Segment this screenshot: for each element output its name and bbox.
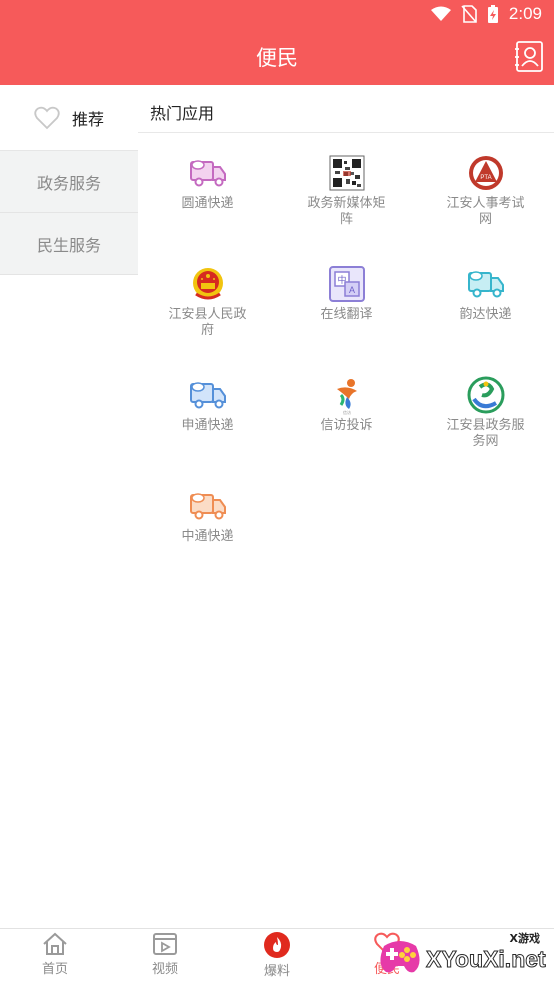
app-yunda-express[interactable]: 韵达快递	[416, 264, 554, 323]
video-icon	[153, 933, 177, 955]
status-bar: 2:09	[0, 0, 554, 28]
section-title: 热门应用	[150, 104, 215, 123]
app-label: 韵达快递	[459, 307, 512, 322]
content-panel: 热门应用 圆通快递 政务新媒体矩阵 PTA 江安人事考试网 江安县人民政府 中 …	[138, 85, 554, 928]
app-label: 在线翻译	[320, 307, 373, 322]
app-label: 中通快递	[181, 529, 234, 544]
battery-charging-icon	[487, 4, 498, 23]
sidebar-item-label: 民生服务	[36, 235, 101, 255]
qr-code-icon	[329, 155, 364, 191]
page-title: 便民	[256, 46, 298, 70]
contact-book-icon[interactable]	[514, 40, 544, 73]
truck-purple-icon	[189, 160, 226, 187]
sidebar-item-government[interactable]: 政务服务	[0, 151, 138, 213]
sidebar-item-livelihood[interactable]: 民生服务	[0, 213, 138, 275]
app-sto-express[interactable]: 申通快递	[138, 375, 277, 434]
petition-figure-icon: 信访	[336, 379, 357, 415]
pta-emblem-icon: PTA	[468, 156, 503, 190]
nav-label: 视频	[151, 962, 178, 977]
wifi-icon	[430, 6, 451, 21]
no-sim-icon	[461, 5, 477, 23]
watermark-small-text: X游戏	[509, 932, 540, 945]
app-label: 江安县政务服务网	[446, 418, 525, 449]
app-jiangan-gov-service[interactable]: 江安县政务服务网	[416, 375, 554, 450]
site-watermark: X游戏 XYouXi.net	[380, 928, 547, 984]
translate-icon: 中 A	[328, 266, 365, 302]
section-header: 热门应用	[138, 85, 554, 133]
app-label: 申通快递	[181, 418, 234, 433]
app-jiangan-government[interactable]: 江安县人民政府	[138, 264, 277, 339]
app-label: 圆通快递	[181, 196, 234, 211]
app-jiangan-exam[interactable]: PTA 江安人事考试网	[416, 153, 554, 228]
sidebar-item-label: 政务服务	[36, 173, 101, 193]
app-label: 江安人事考试网	[446, 196, 525, 227]
nav-label: 首页	[41, 962, 68, 977]
home-icon	[43, 932, 67, 955]
nav-label: 爆料	[263, 964, 290, 979]
gov-service-logo-icon	[467, 376, 504, 414]
nav-video[interactable]: 视频	[110, 932, 220, 977]
app-gov-media-matrix[interactable]: 政务新媒体矩阵	[277, 153, 416, 228]
nav-tipoff[interactable]: 爆料	[222, 932, 332, 979]
truck-blue-icon	[189, 382, 226, 409]
gamepad-logo-icon	[380, 941, 420, 973]
watermark-brand: XYouXi.net	[426, 946, 547, 973]
nav-home[interactable]: 首页	[0, 932, 110, 977]
svg-text:PTA: PTA	[480, 175, 491, 181]
heart-outline-icon	[34, 106, 60, 129]
app-label: 政务新媒体矩阵	[307, 196, 386, 227]
status-icons: 2:09	[430, 4, 542, 24]
title-bar: 便民	[0, 28, 554, 85]
truck-orange-icon	[189, 493, 226, 520]
national-emblem-icon	[192, 268, 223, 300]
category-sidebar: 推荐 政务服务 民生服务	[0, 85, 138, 928]
app-online-translate[interactable]: 中 A 在线翻译	[277, 264, 416, 323]
svg-text:A: A	[348, 285, 354, 295]
svg-text:信访: 信访	[343, 409, 351, 415]
truck-teal-icon	[467, 271, 504, 298]
app-zto-express[interactable]: 中通快递	[138, 486, 277, 545]
app-petition-complaint[interactable]: 信访 信访投诉	[277, 375, 416, 434]
status-time: 2:09	[508, 4, 542, 23]
app-yto-express[interactable]: 圆通快递	[138, 153, 277, 212]
svg-text:中: 中	[337, 274, 346, 286]
app-label: 信访投诉	[320, 418, 373, 433]
app-label: 江安县人民政府	[168, 307, 247, 338]
fire-icon	[264, 932, 290, 958]
sidebar-item-recommend[interactable]: 推荐	[0, 85, 138, 151]
sidebar-item-label: 推荐	[71, 109, 104, 129]
